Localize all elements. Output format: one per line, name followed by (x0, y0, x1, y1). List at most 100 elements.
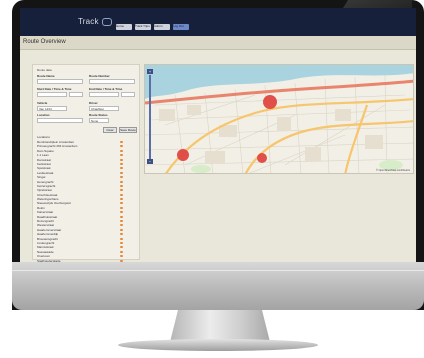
start-time-input[interactable] (69, 92, 83, 97)
remove-icon[interactable] (120, 206, 123, 209)
remove-icon[interactable] (120, 202, 123, 205)
remove-icon[interactable] (120, 167, 123, 170)
save-route-button[interactable]: Save Route (119, 127, 137, 133)
remove-icon[interactable] (120, 184, 123, 187)
top-navigation-bar: Track Home Track Trips Admin Log Out (20, 8, 416, 36)
route-number-input[interactable] (89, 79, 135, 84)
route-form-panel: Route data Route Name Route Number Start… (32, 64, 140, 262)
end-date-input[interactable] (89, 92, 119, 97)
remove-icon[interactable] (120, 241, 123, 244)
route-status-select[interactable]: None (89, 118, 109, 123)
remove-icon[interactable] (120, 180, 123, 183)
location-input[interactable] (37, 118, 83, 123)
list-item-label: Marnixstraat (37, 245, 54, 250)
list-item-label: Rozengracht (37, 219, 55, 224)
remove-icon[interactable] (120, 224, 123, 227)
locations-heading: Locations (37, 135, 50, 139)
remove-icon[interactable] (120, 198, 123, 201)
nav-log-out[interactable]: Log Out (173, 24, 189, 30)
list-item-label: Prinsengracht 263 Amsterdam (37, 144, 78, 149)
list-item-label: Nieuwezijds Voorburgwal (37, 201, 71, 206)
page-title-bar: Route Overview (20, 36, 416, 50)
remove-icon[interactable] (120, 193, 123, 196)
list-item-label: Rokin (37, 205, 45, 210)
remove-icon[interactable] (120, 171, 123, 174)
list-item-label: Lindengracht (37, 240, 55, 245)
nav-track-trips[interactable]: Track Trips (135, 24, 151, 30)
chin-highlight (12, 270, 424, 271)
screen: Track Home Track Trips Admin Log Out Rou… (20, 8, 416, 262)
remove-icon[interactable] (120, 141, 123, 143)
list-item-label: Singel (37, 175, 46, 180)
remove-icon[interactable] (120, 158, 123, 161)
location-label: Location (37, 113, 50, 117)
driver-label: Driver (89, 101, 98, 105)
list-item-label: Utrechtsestraat (37, 192, 58, 197)
list-item-label: Brouwersgracht (37, 236, 59, 241)
remove-icon[interactable] (120, 154, 123, 157)
end-date-label: End Date / Time & Time (89, 87, 123, 91)
monitor-stand-neck (170, 310, 270, 342)
start-date-label: Start Date / Time & Time (37, 87, 72, 91)
remove-icon[interactable] (120, 176, 123, 179)
list-item-label: Weteringschans (37, 197, 59, 202)
list-item-label: Leidsestraat (37, 170, 54, 175)
locations-list: Rembrandtplein Amsterdam Prinsengracht 26… (37, 140, 137, 262)
list-item-label: Nassaukade (37, 249, 54, 254)
list-item-label: Westerstraat (37, 223, 54, 228)
route-map[interactable]: + − © OpenStreetMap contributors (144, 64, 414, 174)
start-date-input[interactable] (37, 92, 67, 97)
list-item-label: Rembrandtplein Amsterdam (37, 140, 75, 144)
list-item-label: Dam Square (37, 148, 54, 153)
clear-button[interactable]: Clear (103, 127, 117, 133)
route-name-input[interactable] (37, 79, 83, 84)
vehicle-select[interactable]: Van 1234 (37, 106, 67, 111)
route-status-label: Route Status (89, 113, 108, 117)
form-heading: Route data (37, 68, 52, 72)
remove-icon[interactable] (120, 215, 123, 218)
list-item-label: Kerkstraat (37, 161, 51, 166)
page-title: Route Overview (23, 39, 66, 45)
end-time-input[interactable] (121, 92, 135, 97)
app-logo[interactable]: Track (78, 17, 99, 26)
route-name-label: Route Name (37, 74, 55, 78)
map-marker[interactable] (177, 149, 189, 161)
map-attribution: © OpenStreetMap contributors (376, 169, 410, 172)
list-item-label: Herengracht (37, 179, 54, 184)
remove-icon[interactable] (120, 237, 123, 240)
list-item-label: Haarlemmerstraat (37, 227, 62, 232)
logo-icon (102, 18, 112, 26)
remove-icon[interactable] (120, 246, 123, 249)
remove-icon[interactable] (120, 228, 123, 231)
nav-home[interactable]: Home (116, 24, 132, 30)
remove-icon[interactable] (120, 233, 123, 236)
zoom-slider[interactable] (149, 75, 151, 159)
list-item-label: Raadhuisstraat (37, 214, 58, 219)
list-item-label: Overtoom (37, 254, 51, 259)
list-item-label: Damstraat (37, 157, 51, 162)
route-number-label: Route Number (89, 74, 110, 78)
map-marker[interactable] (263, 95, 277, 109)
main-nav: Home Track Trips Admin Log Out (116, 24, 189, 30)
zoom-in-button[interactable]: + (147, 69, 153, 74)
zoom-out-button[interactable]: − (147, 159, 153, 164)
monitor-stand-foot (118, 339, 318, 351)
map-marker[interactable] (257, 153, 267, 163)
remove-icon[interactable] (120, 145, 123, 148)
list-item-label: Spuistraat (37, 166, 51, 171)
list-item-label: 1.1 Laan (37, 153, 49, 158)
remove-icon[interactable] (120, 211, 123, 214)
list-item-label: Kalverstraat (37, 210, 54, 215)
map-zoom-control: + − (147, 69, 153, 165)
remove-icon[interactable] (120, 220, 123, 223)
remove-icon[interactable] (120, 189, 123, 192)
remove-icon[interactable] (120, 162, 123, 165)
nav-admin[interactable]: Admin (154, 24, 170, 30)
vehicle-label: Vehicle (37, 101, 48, 105)
driver-select[interactable]: Chauffeur (89, 106, 119, 111)
remove-icon[interactable] (120, 250, 123, 253)
list-item-label: Keizersgracht (37, 183, 56, 188)
remove-icon[interactable] (120, 255, 123, 258)
remove-icon[interactable] (120, 149, 123, 152)
list-item-label: Vijzelstraat (37, 188, 52, 193)
